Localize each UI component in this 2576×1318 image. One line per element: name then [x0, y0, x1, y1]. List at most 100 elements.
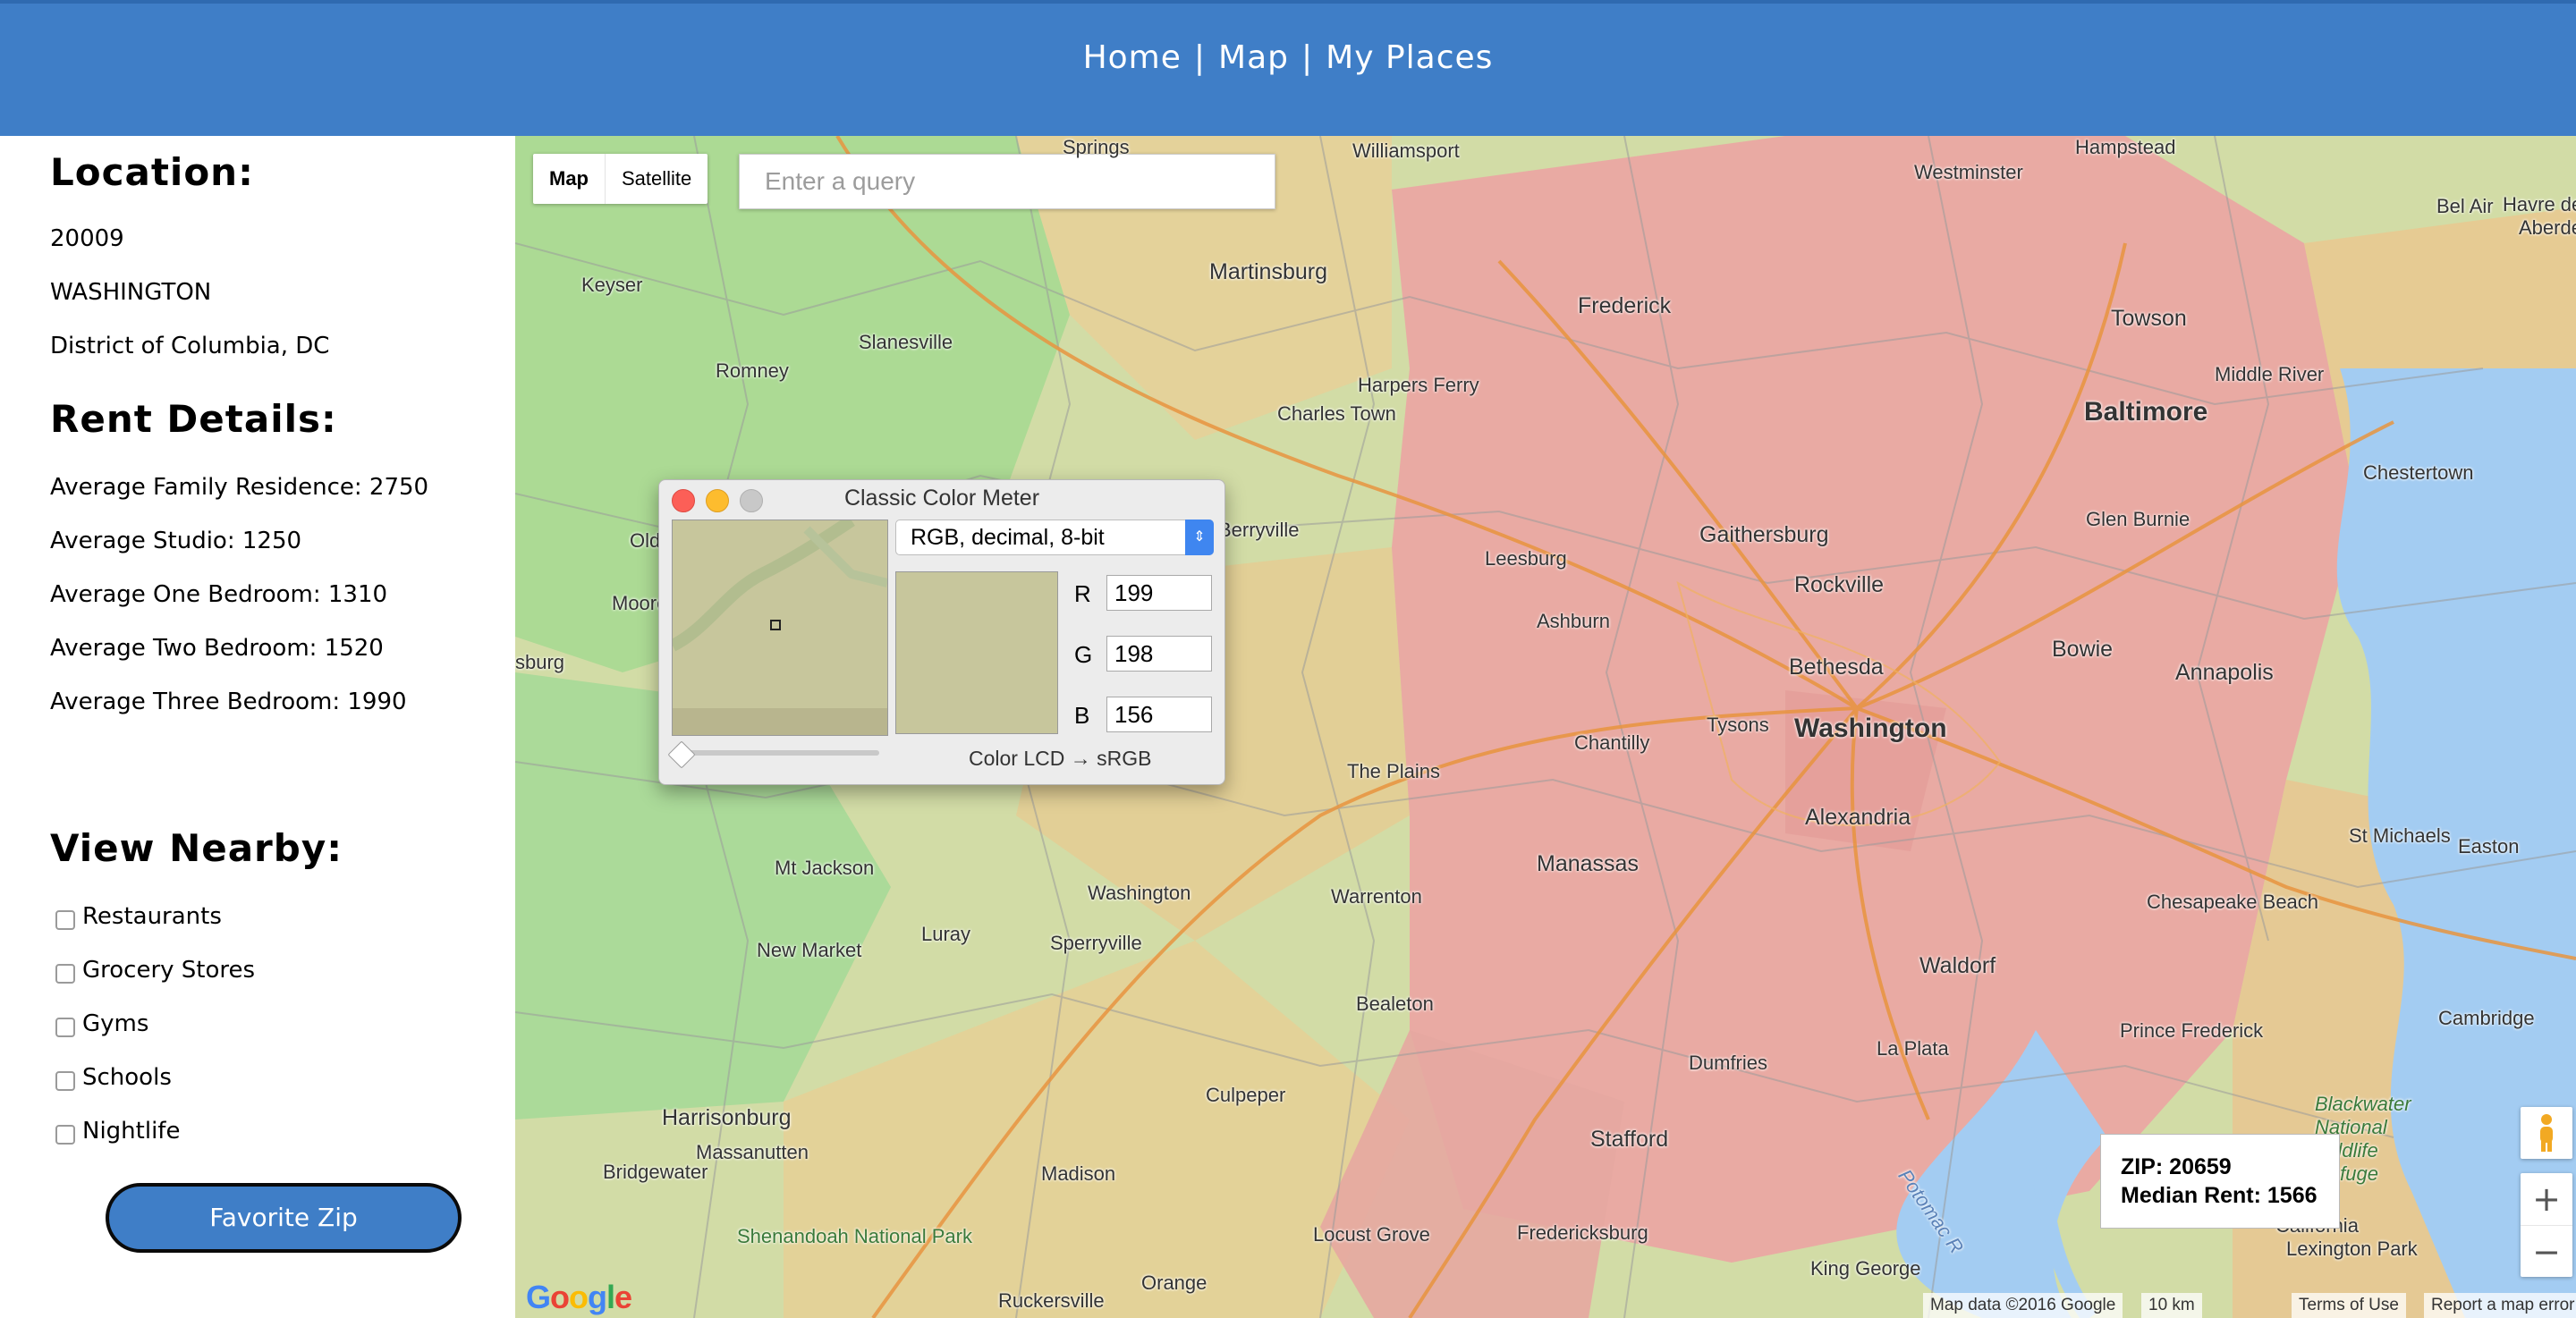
place-label: sburg	[515, 651, 565, 673]
place-label: Bridgewater	[603, 1161, 708, 1183]
color-meter-title: Classic Color Meter	[843, 486, 1040, 511]
place-label: Havre de Grace	[2503, 193, 2576, 215]
place-label: Gaithersburg	[1699, 522, 1829, 547]
chevron-updown-icon: ⇕	[1185, 520, 1214, 555]
place-label: Lexington Park	[2286, 1238, 2418, 1260]
place-label: Shenandoah National Park	[737, 1225, 972, 1247]
place-label: Keyser	[581, 274, 643, 296]
place-label: Berryville	[1218, 519, 1300, 541]
place-label: Harpers Ferry	[1358, 374, 1479, 396]
place-label: La Plata	[1877, 1037, 1949, 1060]
place-label: Bethesda	[1789, 655, 1884, 680]
color-swatch	[895, 571, 1058, 734]
grocery-stores-checkbox[interactable]	[55, 964, 75, 984]
zoom-control: + −	[2521, 1173, 2572, 1277]
place-label: Springs	[1063, 136, 1130, 158]
place-label: Chesapeake Beach	[2147, 891, 2319, 913]
place-label: Tysons	[1707, 714, 1769, 736]
place-label: Rockville	[1794, 572, 1885, 597]
color-meter-window: Classic Color Meter RGB, decimal, 8-bit …	[658, 479, 1225, 785]
place-label: Westminster	[1914, 161, 2023, 183]
info-zip: ZIP: 20659	[2121, 1154, 2232, 1179]
map-attribution: Map data ©2016 Google	[1923, 1293, 2123, 1318]
location-city: WASHINGTON	[50, 279, 212, 306]
color-loupe	[672, 520, 888, 736]
terms-of-use-link[interactable]: Terms of Use	[2292, 1293, 2406, 1318]
place-label: Charles Town	[1277, 402, 1396, 425]
place-label: Dumfries	[1689, 1052, 1768, 1074]
r-value: 199	[1106, 575, 1212, 611]
g-label: G	[1074, 641, 1093, 668]
report-map-error-link[interactable]: Report a map error	[2424, 1293, 2576, 1318]
place-label: Middle River	[2215, 363, 2325, 385]
nav-separator: |	[1301, 39, 1314, 76]
place-label: Glen Burnie	[2086, 508, 2190, 530]
color-profile-label: Color LCD → sRGB	[969, 747, 1152, 770]
place-label: St Michaels	[2349, 824, 2451, 847]
place-label: Harrisonburg	[662, 1105, 792, 1130]
color-mode-select[interactable]: RGB, decimal, 8-bit ⇕	[895, 520, 1214, 555]
info-median-rent: Median Rent: 1566	[2121, 1183, 2318, 1208]
place-label: Stafford	[1590, 1127, 1669, 1152]
g-value: 198	[1106, 636, 1212, 672]
place-label: Leesburg	[1485, 547, 1567, 570]
rent-details-heading: Rent Details:	[50, 397, 337, 441]
zoom-out-button[interactable]: −	[2521, 1226, 2572, 1278]
place-label: Washington	[1088, 882, 1191, 904]
place-label: Locust Grove	[1313, 1223, 1430, 1246]
place-label: Chestertown	[2363, 461, 2474, 484]
nav-my-places-link[interactable]: My Places	[1326, 39, 1493, 76]
place-label: Warrenton	[1331, 885, 1422, 908]
place-label: Hampstead	[2075, 136, 2176, 158]
nightlife-label: Nightlife	[82, 1118, 181, 1145]
place-label: Cambridge	[2438, 1007, 2535, 1029]
place-label: Massanutten	[696, 1141, 809, 1163]
place-label: King George	[1810, 1257, 1921, 1280]
place-label: Annapolis	[2175, 660, 2274, 685]
place-label: Fredericksburg	[1517, 1221, 1648, 1244]
color-mode-value: RGB, decimal, 8-bit	[911, 525, 1105, 550]
location-region: District of Columbia, DC	[50, 333, 330, 359]
nightlife-checkbox[interactable]	[55, 1125, 75, 1145]
street-view-pegman-icon[interactable]	[2521, 1107, 2572, 1159]
place-label: Romney	[716, 359, 789, 382]
place-label: Easton	[2458, 835, 2520, 858]
aperture-slider-knob[interactable]	[667, 740, 696, 769]
place-label: Culpeper	[1206, 1084, 1286, 1106]
zoom-in-button[interactable]: +	[2521, 1173, 2572, 1226]
nav-map-link[interactable]: Map	[1218, 39, 1289, 76]
favorite-zip-button[interactable]: Favorite Zip	[106, 1183, 462, 1253]
restaurants-checkbox[interactable]	[55, 910, 75, 930]
place-label: Washington	[1794, 714, 1947, 743]
place-label: Bel Air	[2436, 195, 2494, 217]
sidebar: Location: 20009 WASHINGTON District of C…	[0, 136, 515, 1318]
place-label: Alexandria	[1805, 805, 1911, 830]
r-label: R	[1074, 580, 1091, 607]
top-bar: Home | Map | My Places	[0, 0, 2576, 136]
aperture-slider[interactable]	[675, 750, 879, 756]
place-label: Ruckersville	[998, 1289, 1105, 1312]
b-value: 156	[1106, 697, 1212, 732]
google-logo[interactable]: Google	[526, 1279, 632, 1316]
place-label: Towson	[2111, 306, 2187, 331]
place-label: Frederick	[1578, 293, 1672, 318]
zip-info-window: ZIP: 20659 Median Rent: 1566	[2100, 1134, 2340, 1229]
gyms-checkbox[interactable]	[55, 1018, 75, 1037]
rent-one-bedroom: Average One Bedroom: 1310	[50, 581, 388, 608]
location-zip: 20009	[50, 225, 124, 252]
top-nav: Home | Map | My Places	[0, 39, 2576, 76]
map-query-input[interactable]: Enter a query	[739, 154, 1275, 209]
place-label: Chantilly	[1574, 731, 1650, 754]
grocery-stores-label: Grocery Stores	[82, 957, 256, 984]
map-type-satellite-button[interactable]: Satellite	[606, 154, 708, 204]
place-label: Slanesville	[859, 331, 953, 353]
nav-home-link[interactable]: Home	[1083, 39, 1182, 76]
place-label: New Market	[757, 939, 862, 961]
nav-separator: |	[1193, 39, 1207, 76]
map-scale[interactable]: 10 km	[2141, 1293, 2202, 1318]
schools-checkbox[interactable]	[55, 1071, 75, 1091]
place-label: Luray	[921, 923, 971, 945]
map-type-map-button[interactable]: Map	[533, 154, 606, 204]
place-label: Baltimore	[2084, 397, 2208, 427]
restaurants-label: Restaurants	[82, 903, 222, 930]
